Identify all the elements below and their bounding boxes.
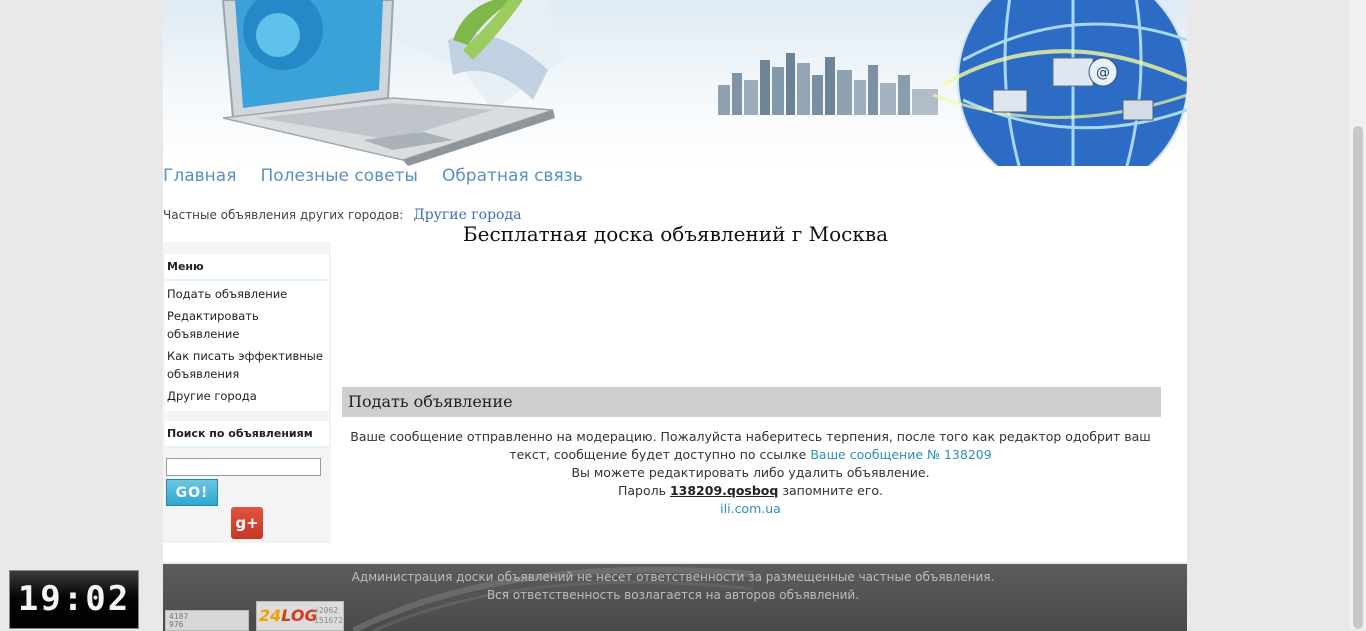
password-notice: Пароль 138209.qosboq запомните его. <box>343 482 1158 500</box>
password-prefix: Пароль <box>617 483 666 498</box>
globe-illustration: @ <box>932 0 1187 166</box>
password-value: 138209.qosboq <box>669 483 779 498</box>
section-title: Подать объявление <box>342 387 1161 417</box>
nav-feedback-link[interactable]: Обратная связь <box>442 166 583 188</box>
24log-numbers: +2062 1516725 <box>314 606 343 626</box>
sidebar-item-other-cities[interactable]: Другие города <box>165 385 329 407</box>
header-banner: @ <box>163 0 1187 166</box>
24log-counter-badge[interactable]: 24LOG +2062 1516725 <box>256 601 344 631</box>
logo-part-b: LOG <box>281 606 318 625</box>
24log-logo-icon: 24LOG <box>259 606 318 625</box>
counter-line-2: 976 <box>169 620 184 629</box>
confirmation-message: Ваше сообщение отправленно на модерацию.… <box>343 428 1158 518</box>
clock-widget: 19:02 <box>9 570 139 629</box>
svg-text:@: @ <box>1096 65 1110 81</box>
nav-useful-tips-link[interactable]: Полезные советы <box>260 166 418 188</box>
message-link[interactable]: Ваше сообщение № 138209 <box>810 447 991 462</box>
sidebar-item-writing-tips[interactable]: Как писать эффективные объявления <box>165 345 329 385</box>
sidebar: Меню Подать объявление Редактировать объ… <box>163 242 331 543</box>
visitor-counter-badge[interactable]: 4187 976 <box>165 610 249 631</box>
sidebar-menu: Подать объявление Редактировать объявлен… <box>165 281 329 411</box>
logo-part-a: 24 <box>259 606 282 625</box>
nav-home-link[interactable]: Главная <box>163 166 236 188</box>
page-scrollbar[interactable] <box>1350 0 1366 629</box>
moderation-notice: Ваше сообщение отправленно на модерацию.… <box>343 428 1158 464</box>
edit-notice: Вы можете редактировать либо удалить объ… <box>571 465 930 480</box>
24log-num-1: +2062 <box>314 606 339 615</box>
google-plus-icon[interactable]: g+ <box>231 507 263 539</box>
page: @ Главная Полезные советы Обратная связь… <box>163 0 1187 631</box>
footer-disclaimer: Администрация доски объявлений не несет … <box>303 568 1043 604</box>
other-cities-row: Частные объявления других городов: Другие… <box>163 207 521 223</box>
moderation-text: Ваше сообщение отправленно на модерацию.… <box>350 429 1151 462</box>
footer-line-1: Администрация доски объявлений не несет … <box>351 570 995 584</box>
footer-line-2: Вся ответственность возлагается на автор… <box>486 588 860 602</box>
footer: Администрация доски объявлений не несет … <box>163 562 1187 631</box>
sidebar-search-title: Поиск по объявлениям <box>165 421 329 448</box>
sidebar-item-edit-ad[interactable]: Редактировать объявление <box>165 305 329 345</box>
search-go-button[interactable]: GO! <box>166 479 218 506</box>
other-cities-link[interactable]: Другие города <box>413 207 521 223</box>
password-suffix: запомните его. <box>782 483 884 498</box>
sidebar-menu-title: Меню <box>165 254 329 281</box>
laptop-illustration <box>221 0 563 166</box>
24log-num-2: 1516725 <box>314 616 343 625</box>
site-link[interactable]: ili.com.ua <box>720 501 781 516</box>
main-nav: Главная Полезные советы Обратная связь <box>163 166 583 188</box>
scrollbar-thumb[interactable] <box>1353 126 1363 629</box>
other-cities-label: Частные объявления других городов: <box>163 208 404 222</box>
page-title: Бесплатная доска объявлений г Москва <box>462 222 889 246</box>
search-input[interactable] <box>166 458 321 476</box>
sidebar-item-post-ad[interactable]: Подать объявление <box>165 283 329 305</box>
